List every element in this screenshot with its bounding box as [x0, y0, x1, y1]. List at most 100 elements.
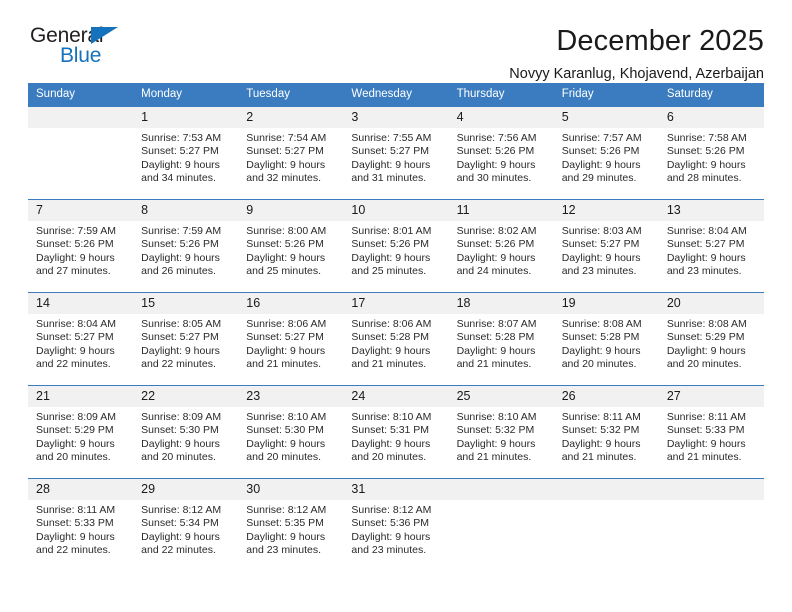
sunrise-text: Sunrise: 8:09 AM [141, 411, 222, 423]
day-number: 1 [133, 107, 239, 128]
day-cell[interactable]: 16 Sunrise: 8:06 AM Sunset: 5:27 PM Dayl… [238, 292, 344, 386]
daylight-text-line2: and 22 minutes. [36, 358, 111, 371]
day-cell[interactable]: 14 Sunrise: 8:04 AM Sunset: 5:27 PM Dayl… [28, 292, 134, 386]
day-cell[interactable]: 29 Sunrise: 8:12 AM Sunset: 5:34 PM Dayl… [133, 478, 239, 571]
daylight-text-line2: and 34 minutes. [141, 172, 216, 185]
day-number: 15 [133, 293, 239, 314]
day-cell[interactable]: 13 Sunrise: 8:04 AM Sunset: 5:27 PM Dayl… [658, 199, 764, 293]
day-cell[interactable]: 30 Sunrise: 8:12 AM Sunset: 5:35 PM Dayl… [238, 478, 344, 571]
day-number: 11 [448, 200, 554, 221]
day-details: Sunrise: 7:59 AM Sunset: 5:26 PM Dayligh… [28, 221, 133, 279]
day-cell[interactable]: 20 Sunrise: 8:08 AM Sunset: 5:29 PM Dayl… [658, 292, 764, 386]
day-cell[interactable]: 27 Sunrise: 8:11 AM Sunset: 5:33 PM Dayl… [658, 385, 764, 479]
sunrise-text: Sunrise: 8:10 AM [351, 411, 432, 423]
day-cell[interactable]: 25 Sunrise: 8:10 AM Sunset: 5:32 PM Dayl… [448, 385, 554, 479]
day-cell[interactable] [553, 478, 659, 571]
day-number: 26 [553, 386, 659, 407]
page-header: General Blue December 2025 Novyy Karanlu… [28, 0, 764, 82]
day-cell[interactable]: 12 Sunrise: 8:03 AM Sunset: 5:27 PM Dayl… [553, 199, 659, 293]
day-cell[interactable]: 19 Sunrise: 8:08 AM Sunset: 5:28 PM Dayl… [553, 292, 659, 386]
sunset-text: Sunset: 5:26 PM [36, 238, 114, 251]
day-cell[interactable]: 21 Sunrise: 8:09 AM Sunset: 5:29 PM Dayl… [28, 385, 134, 479]
day-number [553, 479, 659, 500]
sunset-text: Sunset: 5:32 PM [561, 424, 640, 437]
daylight-text-line1: Daylight: 9 hours [36, 437, 115, 450]
day-cell[interactable]: 1 Sunrise: 7:53 AM Sunset: 5:27 PM Dayli… [133, 107, 239, 200]
day-cell[interactable]: 10 Sunrise: 8:01 AM Sunset: 5:26 PM Dayl… [343, 199, 449, 293]
daylight-text-line1: Daylight: 9 hours [141, 251, 220, 264]
day-cell[interactable]: 22 Sunrise: 8:09 AM Sunset: 5:30 PM Dayl… [133, 385, 239, 479]
day-details: Sunrise: 8:09 AM Sunset: 5:29 PM Dayligh… [28, 407, 133, 465]
sunrise-text: Sunrise: 8:11 AM [666, 411, 747, 423]
daylight-text-line2: and 22 minutes. [36, 544, 111, 557]
sunrise-text: Sunrise: 8:11 AM [36, 504, 116, 516]
day-cell[interactable]: 15 Sunrise: 8:05 AM Sunset: 5:27 PM Dayl… [133, 292, 239, 386]
week-row: 28 Sunrise: 8:11 AM Sunset: 5:33 PM Dayl… [28, 478, 764, 571]
sunrise-text: Sunrise: 8:01 AM [351, 225, 432, 237]
day-cell[interactable]: 28 Sunrise: 8:11 AM Sunset: 5:33 PM Dayl… [28, 478, 134, 571]
day-cell[interactable]: 18 Sunrise: 8:07 AM Sunset: 5:28 PM Dayl… [448, 292, 554, 386]
sunrise-text: Sunrise: 7:59 AM [141, 225, 222, 237]
sunset-text: Sunset: 5:30 PM [246, 424, 324, 437]
sunset-text: Sunset: 5:26 PM [666, 145, 745, 158]
day-cell[interactable]: 31 Sunrise: 8:12 AM Sunset: 5:36 PM Dayl… [343, 478, 449, 571]
sunrise-text: Sunrise: 8:04 AM [666, 225, 747, 237]
day-cell[interactable]: 23 Sunrise: 8:10 AM Sunset: 5:30 PM Dayl… [238, 385, 344, 479]
day-details: Sunrise: 7:57 AM Sunset: 5:26 PM Dayligh… [554, 128, 659, 186]
day-cell[interactable]: 9 Sunrise: 8:00 AM Sunset: 5:26 PM Dayli… [238, 199, 344, 293]
daylight-text-line1: Daylight: 9 hours [456, 158, 536, 171]
day-cell[interactable]: 17 Sunrise: 8:06 AM Sunset: 5:28 PM Dayl… [343, 292, 449, 386]
day-cell[interactable]: 3 Sunrise: 7:55 AM Sunset: 5:27 PM Dayli… [343, 107, 449, 200]
day-details: Sunrise: 8:12 AM Sunset: 5:34 PM Dayligh… [133, 500, 238, 558]
day-cell[interactable]: 2 Sunrise: 7:54 AM Sunset: 5:27 PM Dayli… [238, 107, 344, 200]
daylight-text-line1: Daylight: 9 hours [666, 158, 746, 171]
daylight-text-line1: Daylight: 9 hours [666, 437, 746, 450]
sunset-text: Sunset: 5:26 PM [561, 145, 640, 158]
daylight-text-line2: and 23 minutes. [351, 544, 427, 557]
week-row: 21 Sunrise: 8:09 AM Sunset: 5:29 PM Dayl… [28, 385, 764, 479]
day-cell[interactable] [658, 478, 764, 571]
day-number: 8 [133, 200, 239, 221]
day-cell[interactable]: 6 Sunrise: 7:58 AM Sunset: 5:26 PM Dayli… [658, 107, 764, 200]
logo-triangle-icon [91, 27, 118, 44]
daylight-text-line2: and 22 minutes. [141, 544, 216, 557]
day-details: Sunrise: 7:54 AM Sunset: 5:27 PM Dayligh… [238, 128, 343, 186]
daylight-text-line2: and 21 minutes. [351, 358, 427, 371]
day-cell[interactable] [448, 478, 554, 571]
daylight-text-line2: and 20 minutes. [561, 358, 637, 371]
page-title: December 2025 [556, 25, 764, 57]
sunrise-text: Sunrise: 7:59 AM [36, 225, 116, 237]
day-cell[interactable]: 8 Sunrise: 7:59 AM Sunset: 5:26 PM Dayli… [133, 199, 239, 293]
sunset-text: Sunset: 5:27 PM [141, 145, 219, 158]
day-details [449, 500, 554, 504]
day-details: Sunrise: 8:05 AM Sunset: 5:27 PM Dayligh… [133, 314, 238, 372]
day-details: Sunrise: 8:11 AM Sunset: 5:33 PM Dayligh… [28, 500, 133, 558]
day-details: Sunrise: 8:04 AM Sunset: 5:27 PM Dayligh… [28, 314, 133, 372]
day-details: Sunrise: 7:56 AM Sunset: 5:26 PM Dayligh… [449, 128, 554, 186]
day-cell[interactable]: 7 Sunrise: 7:59 AM Sunset: 5:26 PM Dayli… [28, 199, 134, 293]
sunset-text: Sunset: 5:28 PM [351, 331, 430, 344]
daylight-text-line2: and 21 minutes. [666, 451, 742, 464]
sunset-text: Sunset: 5:27 PM [666, 238, 745, 251]
day-cell[interactable]: 5 Sunrise: 7:57 AM Sunset: 5:26 PM Dayli… [553, 107, 659, 200]
day-cell[interactable]: 11 Sunrise: 8:02 AM Sunset: 5:26 PM Dayl… [448, 199, 554, 293]
day-number: 23 [238, 386, 344, 407]
sunset-text: Sunset: 5:27 PM [36, 331, 114, 344]
generalblue-logo[interactable]: General Blue [28, 24, 140, 70]
sunrise-text: Sunrise: 8:10 AM [246, 411, 327, 423]
day-cell[interactable]: 26 Sunrise: 8:11 AM Sunset: 5:32 PM Dayl… [553, 385, 659, 479]
sunrise-text: Sunrise: 7:54 AM [246, 132, 327, 144]
day-cell[interactable] [28, 107, 134, 200]
daylight-text-line2: and 26 minutes. [141, 265, 216, 278]
page-subtitle: Novyy Karanlug, Khojavend, Azerbaijan [509, 66, 764, 82]
day-cell[interactable]: 4 Sunrise: 7:56 AM Sunset: 5:26 PM Dayli… [448, 107, 554, 200]
day-details: Sunrise: 8:10 AM Sunset: 5:30 PM Dayligh… [238, 407, 343, 465]
day-details: Sunrise: 8:06 AM Sunset: 5:28 PM Dayligh… [343, 314, 448, 372]
daylight-text-line2: and 32 minutes. [246, 172, 321, 185]
sunrise-text: Sunrise: 8:06 AM [246, 318, 327, 330]
sunrise-text: Sunrise: 7:58 AM [666, 132, 747, 144]
day-cell[interactable]: 24 Sunrise: 8:10 AM Sunset: 5:31 PM Dayl… [343, 385, 449, 479]
day-number: 6 [658, 107, 764, 128]
day-number: 7 [28, 200, 134, 221]
sunset-text: Sunset: 5:29 PM [666, 331, 745, 344]
